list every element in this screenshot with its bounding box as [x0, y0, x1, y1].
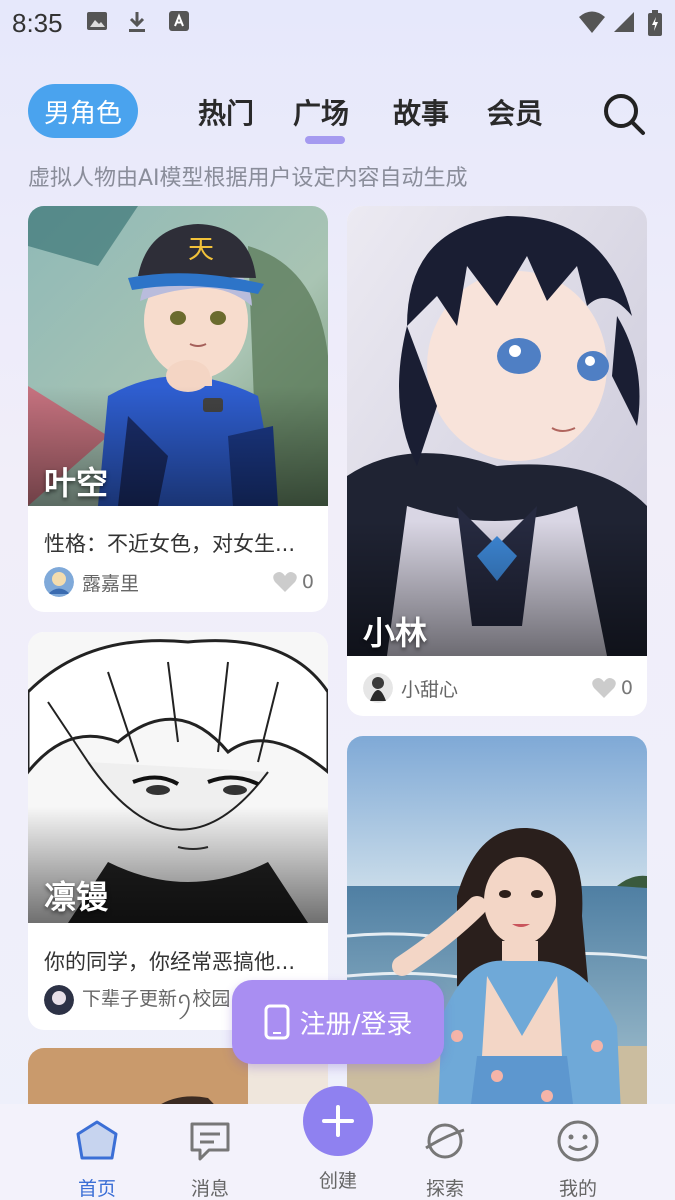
- top-navigation: 男角色 热门 广场 故事 会员: [0, 80, 675, 144]
- phone-icon: [264, 1004, 290, 1040]
- planet-icon: [425, 1123, 465, 1159]
- status-time: 8:35: [12, 8, 63, 38]
- font-a-icon: [168, 10, 190, 36]
- status-bar: 8:35: [0, 0, 675, 48]
- character-card[interactable]: 凛镘 你的同学，你经常恶搞他... 下辈子更新ꪆ校园: [28, 632, 328, 1030]
- plus-icon: [322, 1105, 354, 1137]
- character-card[interactable]: [347, 736, 647, 1136]
- message-icon: [190, 1122, 230, 1161]
- tab-plaza[interactable]: 广场: [293, 92, 349, 132]
- create-button[interactable]: [303, 1086, 373, 1156]
- download-icon: [126, 10, 148, 38]
- character-card[interactable]: 小林 小甜心 0: [347, 206, 647, 716]
- battery-icon: [648, 10, 662, 40]
- like-count[interactable]: 0: [272, 570, 314, 594]
- character-image: [347, 736, 647, 1136]
- search-icon[interactable]: [602, 92, 646, 136]
- gender-filter-chip[interactable]: 男角色: [28, 84, 138, 138]
- character-name: 凛镘: [44, 878, 109, 916]
- author-avatar: [363, 673, 393, 703]
- create-label: 创建: [318, 1170, 357, 1192]
- nav-home-label: 首页: [77, 1178, 116, 1200]
- nav-messages-label: 消息: [190, 1178, 229, 1200]
- character-description: 你的同学，你经常恶搞他...: [44, 950, 296, 974]
- author-name: 小甜心: [401, 678, 459, 701]
- active-tab-indicator: [305, 136, 345, 144]
- signal-icon: [612, 10, 636, 38]
- character-name: 小林: [363, 614, 428, 652]
- author-name: 露嘉里: [82, 572, 140, 595]
- author-avatar: [44, 567, 74, 597]
- tab-member[interactable]: 会员: [487, 92, 543, 132]
- like-number: 0: [301, 571, 314, 593]
- nav-mine-label: 我的: [558, 1178, 597, 1200]
- smiley-icon: [557, 1120, 599, 1162]
- character-card[interactable]: 天 叶空 性格：不近女色，对女生... 露嘉里 0: [28, 206, 328, 612]
- card-author[interactable]: 小甜心: [363, 672, 458, 704]
- character-image: [347, 206, 647, 656]
- register-login-button[interactable]: 注册/登录: [232, 980, 444, 1064]
- nav-explore-label: 探索: [425, 1178, 464, 1200]
- author-name: 下辈子更新ꪆ校园: [82, 988, 231, 1010]
- wifi-icon: [578, 10, 606, 38]
- tab-hot[interactable]: 热门: [198, 92, 254, 132]
- nav-messages[interactable]: 消息: [165, 1112, 255, 1200]
- card-author[interactable]: 露嘉里: [44, 566, 139, 598]
- nav-home[interactable]: 首页: [52, 1112, 142, 1200]
- character-description: 性格：不近女色，对女生...: [44, 532, 296, 556]
- gallery-icon: [86, 10, 108, 36]
- ai-disclaimer: 虚拟人物由AI模型根据用户设定内容自动生成: [28, 166, 468, 191]
- tab-story[interactable]: 故事: [393, 92, 449, 132]
- heart-icon: [592, 678, 616, 698]
- like-count[interactable]: 0: [591, 676, 633, 700]
- author-avatar: [44, 985, 74, 1015]
- nav-mine[interactable]: 我的: [533, 1112, 623, 1200]
- card-author[interactable]: 下辈子更新ꪆ校园: [44, 984, 230, 1016]
- login-label: 注册/登录: [299, 1009, 413, 1040]
- nav-explore[interactable]: 探索: [400, 1112, 490, 1200]
- character-name: 叶空: [44, 464, 109, 502]
- like-number: 0: [620, 677, 633, 699]
- heart-icon: [273, 572, 297, 592]
- home-icon: [76, 1120, 118, 1160]
